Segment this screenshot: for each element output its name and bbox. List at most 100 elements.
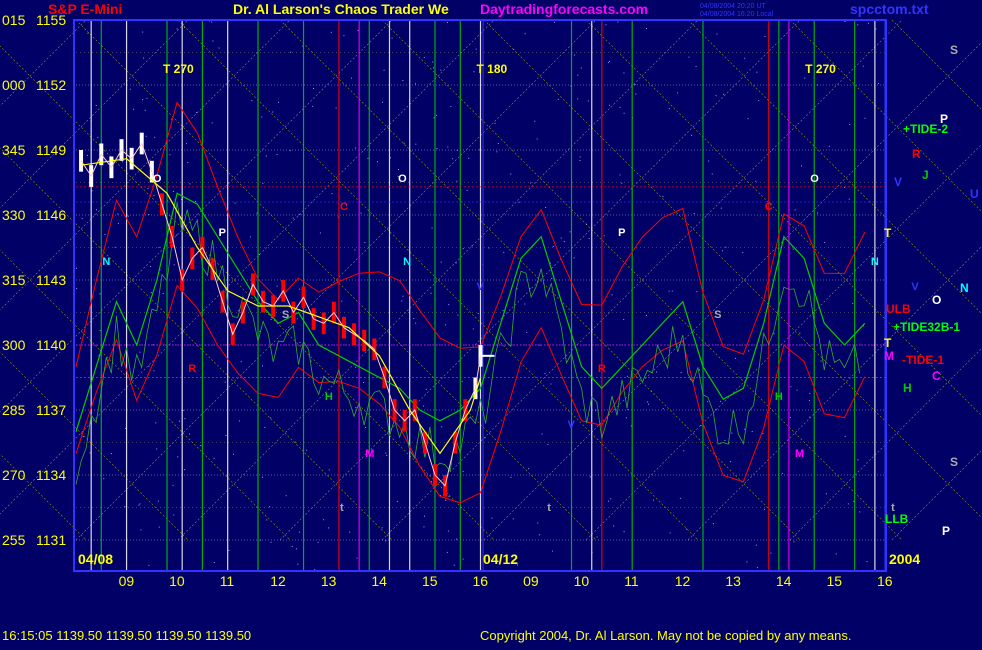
star-dot bbox=[186, 143, 188, 145]
star-dot bbox=[297, 563, 299, 565]
star-dot bbox=[755, 180, 757, 182]
copyright-notice: Copyright 2004, Dr. Al Larson. May not b… bbox=[480, 628, 852, 643]
y-tick-price: 1137 bbox=[36, 402, 66, 418]
star-dot bbox=[80, 337, 82, 339]
site-link[interactable]: Daytradingforecasts.com bbox=[480, 1, 648, 17]
legend-label: S bbox=[950, 43, 958, 57]
star-dot bbox=[679, 497, 681, 499]
star-dot bbox=[139, 351, 141, 353]
star-dot bbox=[182, 409, 184, 411]
x-tick-label: 09 bbox=[119, 573, 135, 589]
y-tick-angle: 330 bbox=[2, 207, 26, 223]
star-dot bbox=[413, 317, 415, 319]
legend-label: -TIDE-1 bbox=[902, 353, 944, 367]
star-dot bbox=[432, 67, 434, 69]
chart-marker-label: N bbox=[102, 256, 110, 268]
star-dot bbox=[87, 32, 89, 34]
star-dot bbox=[383, 69, 385, 71]
star-dot bbox=[313, 87, 315, 89]
star-dot bbox=[707, 401, 709, 403]
star-dot bbox=[852, 302, 854, 304]
star-dot bbox=[335, 107, 337, 109]
star-dot bbox=[295, 548, 297, 550]
legend-label: M bbox=[884, 349, 894, 363]
star-dot bbox=[613, 525, 615, 527]
star-dot bbox=[758, 100, 760, 102]
star-dot bbox=[610, 498, 612, 500]
star-dot bbox=[189, 433, 191, 435]
star-dot bbox=[398, 168, 400, 170]
star-dot bbox=[623, 72, 625, 74]
star-dot bbox=[700, 425, 702, 427]
star-dot bbox=[259, 539, 261, 541]
star-dot bbox=[623, 318, 625, 320]
chart-marker-label: S bbox=[282, 309, 289, 321]
legend-label: S bbox=[950, 455, 958, 469]
star-dot bbox=[625, 417, 627, 419]
star-dot bbox=[547, 444, 549, 446]
star-dot bbox=[430, 292, 432, 294]
star-dot bbox=[153, 194, 155, 196]
star-dot bbox=[496, 151, 498, 153]
star-dot bbox=[847, 503, 849, 505]
star-dot bbox=[577, 74, 579, 76]
star-dot bbox=[415, 83, 417, 85]
star-dot bbox=[184, 469, 186, 471]
star-dot bbox=[557, 98, 559, 100]
star-dot bbox=[261, 116, 263, 118]
star-dot bbox=[524, 303, 526, 305]
star-dot bbox=[456, 180, 458, 182]
star-dot bbox=[756, 71, 758, 73]
chart-marker-label: H bbox=[325, 391, 333, 403]
star-dot bbox=[99, 330, 101, 332]
star-dot bbox=[789, 417, 791, 419]
star-dot bbox=[354, 249, 356, 251]
star-dot bbox=[538, 534, 540, 536]
star-dot bbox=[668, 108, 670, 110]
star-dot bbox=[460, 418, 462, 420]
star-dot bbox=[162, 293, 164, 295]
quote-status: 16:15:05 1139.50 1139.50 1139.50 1139.50 bbox=[2, 628, 252, 643]
star-dot bbox=[734, 357, 736, 359]
star-dot bbox=[579, 156, 581, 158]
star-dot bbox=[351, 77, 353, 79]
y-tick-price: 1143 bbox=[36, 272, 66, 288]
star-dot bbox=[744, 428, 746, 430]
star-dot bbox=[381, 527, 383, 529]
timestamp-local: 04/08/2004 16:20 Local bbox=[700, 11, 774, 18]
star-dot bbox=[114, 246, 116, 248]
legend-label: J bbox=[922, 168, 929, 182]
star-dot bbox=[278, 101, 280, 103]
x-tick-label: 16 bbox=[877, 573, 893, 589]
star-dot bbox=[213, 562, 215, 564]
star-dot bbox=[691, 134, 693, 136]
star-dot bbox=[150, 266, 152, 268]
chart-marker-label: O bbox=[153, 173, 162, 185]
star-dot bbox=[250, 236, 252, 238]
star-dot bbox=[360, 212, 362, 214]
star-dot bbox=[440, 261, 442, 263]
star-dot bbox=[652, 499, 654, 501]
star-dot bbox=[155, 422, 157, 424]
star-dot bbox=[725, 246, 727, 248]
x-tick-label: 12 bbox=[675, 573, 691, 589]
star-dot bbox=[541, 433, 543, 435]
star-dot bbox=[755, 544, 757, 546]
x-tick-label: 09 bbox=[523, 573, 539, 589]
y-tick-price: 1134 bbox=[36, 467, 66, 483]
star-dot bbox=[862, 65, 864, 67]
star-dot bbox=[423, 526, 425, 528]
star-dot bbox=[662, 195, 664, 197]
star-dot bbox=[173, 264, 175, 266]
star-dot bbox=[431, 227, 433, 229]
x-tick-label: 12 bbox=[270, 573, 286, 589]
legend-label: T bbox=[884, 226, 892, 240]
star-dot bbox=[425, 388, 427, 390]
star-dot bbox=[423, 515, 425, 517]
star-dot bbox=[238, 420, 240, 422]
y-tick-angle: 270 bbox=[2, 467, 26, 483]
star-dot bbox=[472, 328, 474, 330]
star-dot bbox=[139, 503, 141, 505]
star-dot bbox=[402, 295, 404, 297]
star-dot bbox=[544, 372, 546, 374]
